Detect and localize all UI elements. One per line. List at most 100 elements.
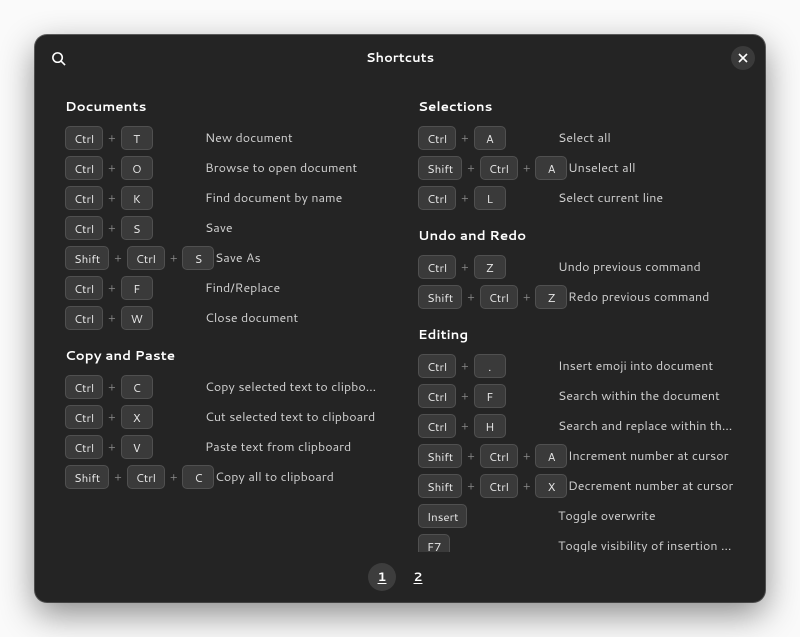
keycap: A [474, 126, 506, 150]
keycap: Ctrl [65, 435, 103, 459]
shortcut-row: Ctrl+SSave [65, 214, 382, 242]
keycap: Ctrl [65, 375, 103, 399]
pager: 12 [35, 552, 765, 602]
shortcut-row: InsertToggle overwrite [418, 502, 735, 530]
shortcut-description: Close document [205, 309, 298, 327]
shortcuts-body: DocumentsCtrl+TNew documentCtrl+OBrowse … [35, 81, 765, 552]
shortcut-description: Select current line [558, 189, 663, 207]
section-title: Selections [418, 97, 735, 116]
close-button[interactable] [731, 46, 755, 70]
keycap: Ctrl [418, 126, 456, 150]
shortcut-row: Ctrl+WClose document [65, 304, 382, 332]
key-separator: + [456, 418, 474, 434]
section-title: Editing [418, 325, 735, 344]
shortcut-description: Copy selected text to clipboard [205, 378, 382, 396]
keycap: A [535, 156, 567, 180]
keycap: . [474, 354, 506, 378]
key-separator: + [518, 160, 536, 176]
shortcut-row: Ctrl+XCut selected text to clipboard [65, 403, 382, 431]
shortcut-keys: Ctrl+W [65, 306, 205, 330]
keycap: L [474, 186, 506, 210]
shortcut-description: Paste text from clipboard [205, 438, 351, 456]
key-separator: + [103, 439, 121, 455]
shortcut-description: Cut selected text to clipboard [205, 408, 375, 426]
keycap: S [121, 216, 153, 240]
keycap: Ctrl [65, 276, 103, 300]
keycap: Ctrl [480, 285, 518, 309]
shortcut-row: Shift+Ctrl+AUnselect all [418, 154, 735, 182]
shortcut-description: Select all [558, 129, 611, 147]
shortcut-row: Ctrl+OBrowse to open document [65, 154, 382, 182]
search-button[interactable] [47, 47, 69, 69]
keycap: Ctrl [480, 474, 518, 498]
shortcut-keys: Ctrl+L [418, 186, 558, 210]
shortcut-keys: Shift+Ctrl+Z [418, 285, 568, 309]
shortcut-keys: Ctrl+T [65, 126, 205, 150]
keycap: Ctrl [418, 186, 456, 210]
key-separator: + [456, 358, 474, 374]
column-left: DocumentsCtrl+TNew documentCtrl+OBrowse … [65, 83, 382, 552]
keycap: T [121, 126, 153, 150]
shortcut-row: Ctrl+ZUndo previous command [418, 253, 735, 281]
key-separator: + [165, 469, 183, 485]
key-separator: + [456, 130, 474, 146]
keycap: H [474, 414, 506, 438]
key-separator: + [462, 160, 480, 176]
key-separator: + [109, 469, 127, 485]
shortcut-keys: Ctrl+. [418, 354, 558, 378]
keycap: F7 [418, 534, 450, 552]
keycap: Ctrl [418, 414, 456, 438]
keycap: Insert [418, 504, 467, 528]
shortcut-description: Browse to open document [205, 159, 357, 177]
keycap: Ctrl [65, 126, 103, 150]
shortcut-row: Shift+Ctrl+CCopy all to clipboard [65, 463, 382, 491]
shortcut-keys: F7 [418, 534, 558, 552]
keycap: Shift [65, 246, 109, 270]
keycap: Shift [418, 156, 462, 180]
keycap: Ctrl [65, 306, 103, 330]
shortcuts-window: Shortcuts DocumentsCtrl+TNew documentCtr… [35, 35, 765, 602]
keycap: Ctrl [418, 354, 456, 378]
keycap: Shift [418, 474, 462, 498]
shortcut-keys: Ctrl+O [65, 156, 205, 180]
section-title: Undo and Redo [418, 226, 735, 245]
keycap: Ctrl [480, 156, 518, 180]
shortcut-keys: Ctrl+S [65, 216, 205, 240]
shortcut-description: Toggle visibility of insertion caret [558, 537, 735, 552]
key-separator: + [456, 190, 474, 206]
keycap: F [121, 276, 153, 300]
shortcut-description: Find document by name [205, 189, 342, 207]
shortcut-description: Unselect all [568, 159, 636, 177]
window-title: Shortcuts [366, 49, 434, 67]
keycap: C [182, 465, 214, 489]
shortcut-keys: Insert [418, 504, 558, 528]
keycap: Ctrl [418, 255, 456, 279]
shortcut-keys: Shift+Ctrl+X [418, 474, 568, 498]
shortcut-description: Search and replace within the document [558, 417, 735, 435]
key-separator: + [518, 448, 536, 464]
shortcut-keys: Ctrl+V [65, 435, 205, 459]
key-separator: + [456, 388, 474, 404]
keycap: A [535, 444, 567, 468]
shortcut-keys: Shift+Ctrl+A [418, 444, 568, 468]
shortcut-description: Undo previous command [558, 258, 701, 276]
keycap: Ctrl [418, 384, 456, 408]
keycap: Ctrl [127, 465, 165, 489]
shortcut-row: Ctrl+FSearch within the document [418, 382, 735, 410]
shortcut-keys: Shift+Ctrl+A [418, 156, 568, 180]
shortcut-description: Increment number at cursor [568, 447, 729, 465]
shortcut-keys: Ctrl+K [65, 186, 205, 210]
shortcut-keys: Ctrl+H [418, 414, 558, 438]
shortcut-description: Insert emoji into document [558, 357, 713, 375]
shortcut-keys: Ctrl+Z [418, 255, 558, 279]
page-button-2[interactable]: 2 [404, 563, 432, 591]
keycap: Z [474, 255, 506, 279]
shortcut-keys: Ctrl+X [65, 405, 205, 429]
page-button-1[interactable]: 1 [368, 563, 396, 591]
keycap: Ctrl [65, 156, 103, 180]
column-right: SelectionsCtrl+ASelect allShift+Ctrl+AUn… [418, 83, 735, 552]
key-separator: + [103, 130, 121, 146]
section-title: Copy and Paste [65, 346, 382, 365]
key-separator: + [456, 259, 474, 275]
keycap: W [121, 306, 153, 330]
